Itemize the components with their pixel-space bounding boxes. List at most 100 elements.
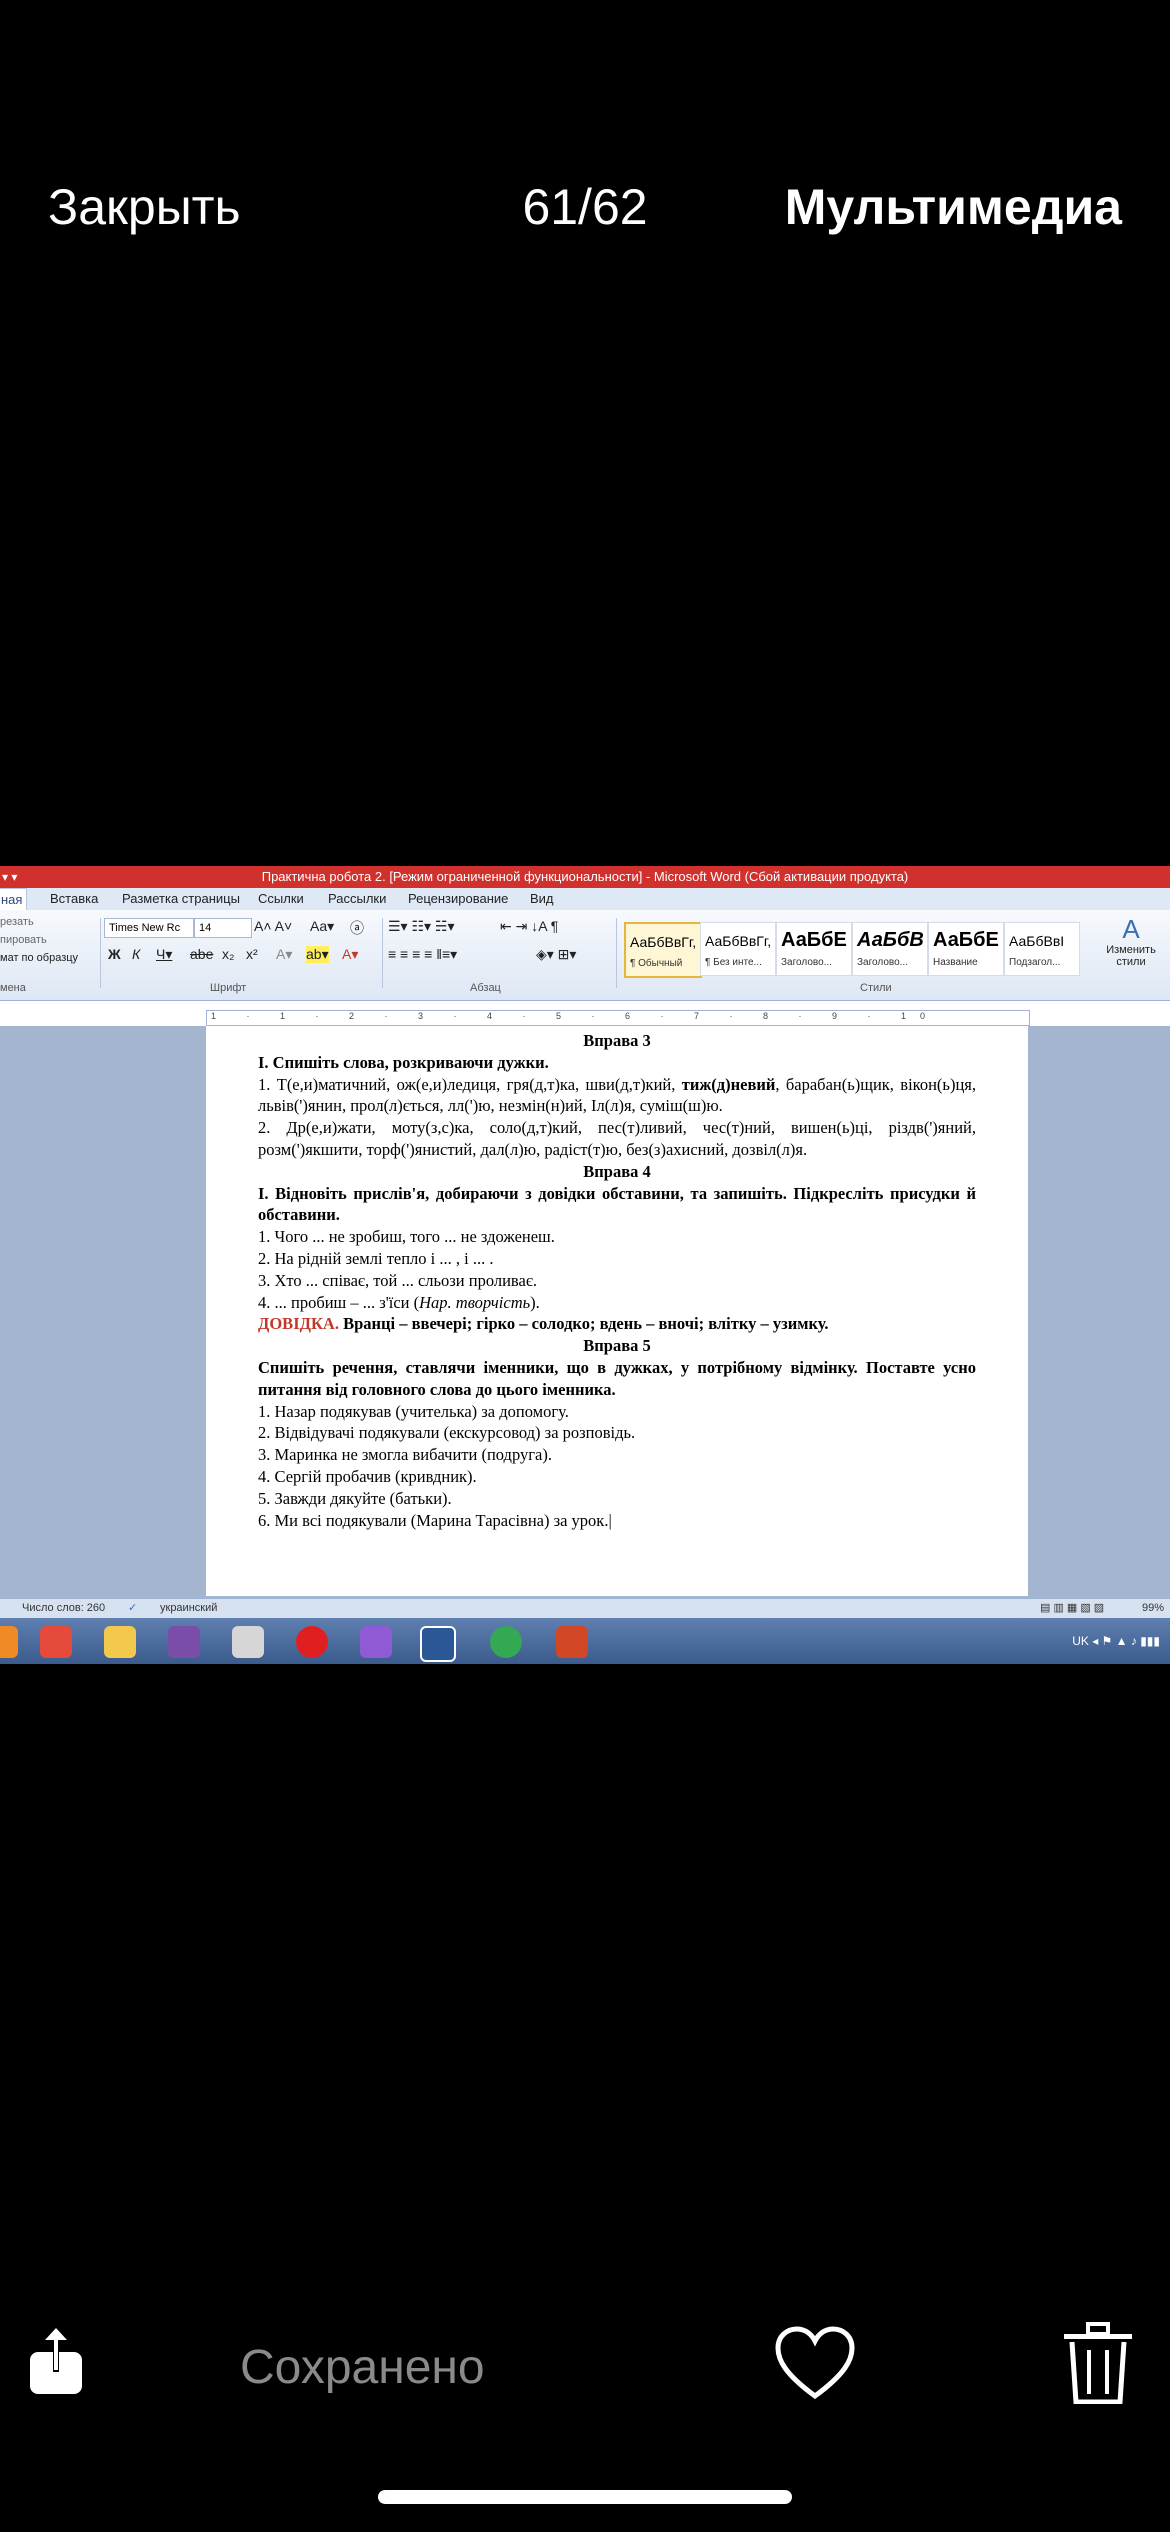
tab-page-layout[interactable]: Разметка страницы [122, 891, 240, 906]
style-subtitle[interactable]: АаБбВвI Подзагол... [1004, 922, 1080, 976]
list-item: 3. Хто ... співає, той ... сльози пролив… [258, 1270, 538, 1290]
powerpoint-icon[interactable] [556, 1626, 588, 1658]
media-player-icon[interactable] [232, 1626, 264, 1658]
app-orange-icon[interactable] [0, 1626, 18, 1658]
view-buttons-icon[interactable]: ▤ ▥ ▦ ▧ ▨ [1040, 1601, 1104, 1614]
style-heading-2[interactable]: АаБбВ Заголово... [852, 922, 928, 976]
text-cursor: | [608, 1510, 612, 1530]
subscript-icon[interactable]: x₂ [222, 946, 234, 962]
opera-icon[interactable] [296, 1626, 328, 1658]
list-item: 5. Завжди дякуйте (батьки). [258, 1488, 452, 1508]
copy-button[interactable]: пировать [0, 934, 47, 946]
style-sample: АаБбВвГг, [705, 933, 772, 949]
grow-font-icon[interactable]: A˄ A˅ [254, 918, 292, 934]
exercise-5-title: Вправа 5 [583, 1336, 651, 1356]
saved-status: Сохранено [240, 2341, 485, 2394]
style-sample: АаБбВвГг, [630, 934, 697, 950]
system-tray[interactable]: UK ◂ ⚑ ▲ ♪ ▮▮▮ [1072, 1634, 1160, 1648]
clipboard-group-label: мена [0, 982, 26, 994]
style-no-spacing[interactable]: АаБбВвГг, ¶ Без инте... [700, 922, 776, 976]
ribbon-tabs: ная Вставка Разметка страницы Ссылки Рас… [0, 888, 1170, 911]
paragraph-group-label: Абзац [470, 982, 501, 994]
style-sample: АаБбВ [857, 929, 924, 951]
text-effects-icon[interactable]: A▾ [276, 946, 292, 963]
style-name: Название [933, 957, 978, 968]
ribbon-divider [616, 918, 617, 988]
item-text: ). [530, 1292, 540, 1312]
keyboard-language[interactable]: UK [1072, 1634, 1089, 1648]
style-normal[interactable]: АаБбВвГг, ¶ Обычный [624, 922, 702, 978]
exercise-3-task: I. Спишіть слова, розкриваючи дужки. [258, 1052, 549, 1072]
superscript-icon[interactable]: x² [246, 946, 258, 962]
tab-insert[interactable]: Вставка [50, 891, 98, 906]
tab-mailings[interactable]: Рассылки [328, 891, 386, 906]
word-title-bar: ▾ ▾ Практична робота 2. [Режим ограничен… [0, 866, 1170, 888]
exercise-4-task: I. Відновіть прислів'я, добираючи з дові… [258, 1183, 976, 1225]
tab-view[interactable]: Вид [530, 891, 554, 906]
quick-access-toolbar[interactable]: ▾ ▾ [0, 866, 30, 888]
language-indicator[interactable]: украинский [160, 1602, 217, 1614]
bold-icon[interactable]: Ж [108, 946, 121, 962]
font-size-box[interactable]: 14 [194, 918, 252, 938]
spellcheck-icon[interactable]: ✓ [128, 1601, 137, 1614]
media-button[interactable]: Мультимедиа [785, 178, 1122, 236]
app-alarm-icon[interactable] [40, 1626, 72, 1658]
viber-icon[interactable] [360, 1626, 392, 1658]
viewer-bottom-bar: Сохранено [0, 2320, 1170, 2440]
word-taskbar-icon[interactable] [420, 1626, 456, 1662]
tab-references[interactable]: Ссылки [258, 891, 304, 906]
underline-icon[interactable]: Ч▾ [156, 946, 172, 963]
font-group-label: Шрифт [210, 982, 247, 994]
strikethrough-icon[interactable]: abe [190, 946, 213, 962]
item-text: 6. Ми всі подякували (Марина Тарасівна) … [258, 1510, 609, 1530]
exercise-4-title: Вправа 4 [583, 1161, 651, 1181]
highlight-icon[interactable]: ab▾ [306, 946, 329, 963]
bullets-icon[interactable]: ☰▾ ☷▾ ☵▾ [388, 918, 455, 935]
font-color-icon[interactable]: A▾ [342, 946, 358, 963]
style-sample: АаБбВвI [1009, 933, 1065, 949]
style-name: ¶ Обычный [630, 958, 683, 969]
change-case-icon[interactable]: Aa▾ [310, 918, 334, 935]
exercise-5-task: Спишіть речення, ставлячи іменники, що в… [258, 1357, 976, 1399]
style-name: ¶ Без инте... [705, 957, 762, 968]
ribbon-divider [382, 918, 383, 988]
change-styles-button[interactable]: A Изменить стили [1096, 914, 1166, 968]
chrome-icon[interactable] [490, 1626, 522, 1658]
trash-icon[interactable] [1062, 2322, 1134, 2404]
format-painter-button[interactable]: мат по образцу [0, 952, 78, 964]
indent-icon[interactable]: ⇤ ⇥ ↓A ¶ [500, 918, 558, 935]
ribbon-divider [100, 918, 101, 988]
windows-taskbar: UK ◂ ⚑ ▲ ♪ ▮▮▮ [0, 1618, 1170, 1664]
shading-icon[interactable]: ◈▾ ⊞▾ [536, 946, 576, 963]
change-styles-icon: A [1122, 914, 1140, 944]
document-page[interactable]: Вправа 3 I. Спишіть слова, розкриваючи д… [206, 1026, 1028, 1596]
cut-button[interactable]: резать [0, 916, 34, 928]
list-item: 3. Маринка не змогла вибачити (подруга). [258, 1445, 552, 1465]
tab-home[interactable]: ная [0, 888, 28, 911]
winrar-icon[interactable] [168, 1626, 200, 1658]
file-explorer-icon[interactable] [104, 1626, 136, 1658]
list-item: 6. Ми всі подякували (Марина Тарасівна) … [258, 1510, 976, 1532]
style-name: Заголово... [857, 957, 908, 968]
item-text: 4. ... пробиш – ... з'їси ( [258, 1292, 420, 1312]
style-heading-1[interactable]: АаБбЕ Заголово... [776, 922, 852, 976]
font-name-box[interactable]: Times New Rc [104, 918, 194, 938]
italic-icon[interactable]: К [132, 946, 140, 962]
word-count[interactable]: Число слов: 260 [22, 1602, 105, 1614]
heart-icon[interactable] [775, 2326, 855, 2400]
zoom-level[interactable]: 99% [1142, 1602, 1164, 1614]
horizontal-ruler[interactable]: 1 · 1 · 2 · 3 · 4 · 5 · 6 · 7 · 8 · 9 · … [206, 1010, 1030, 1026]
style-title[interactable]: АаБбЕ Название [928, 922, 1004, 976]
share-icon[interactable] [28, 2326, 84, 2396]
viewer-top-bar: Закрыть 61/62 Мультимедиа [0, 150, 1170, 260]
home-indicator[interactable] [378, 2490, 792, 2504]
align-icons[interactable]: ≡ ≡ ≡ ≡ ‖≡▾ [388, 946, 457, 963]
list-item: 4. ... пробиш – ... з'їси (Нар. творчіст… [258, 1292, 976, 1314]
list-item: 1. Назар подякував (учителька) за допомо… [258, 1401, 569, 1421]
clear-format-icon[interactable]: ⓐ [350, 918, 364, 938]
ruler-ticks: 1 · 1 · 2 · 3 · 4 · 5 · 6 · 7 · 8 · 9 · … [211, 1011, 940, 1021]
hint-line: ДОВІДКА. Вранці – ввечері; гірко – солод… [258, 1313, 976, 1335]
tab-review[interactable]: Рецензирование [408, 891, 508, 906]
italic-source: Нар. творчість [419, 1292, 531, 1312]
change-styles-label: Изменить стили [1106, 944, 1156, 968]
